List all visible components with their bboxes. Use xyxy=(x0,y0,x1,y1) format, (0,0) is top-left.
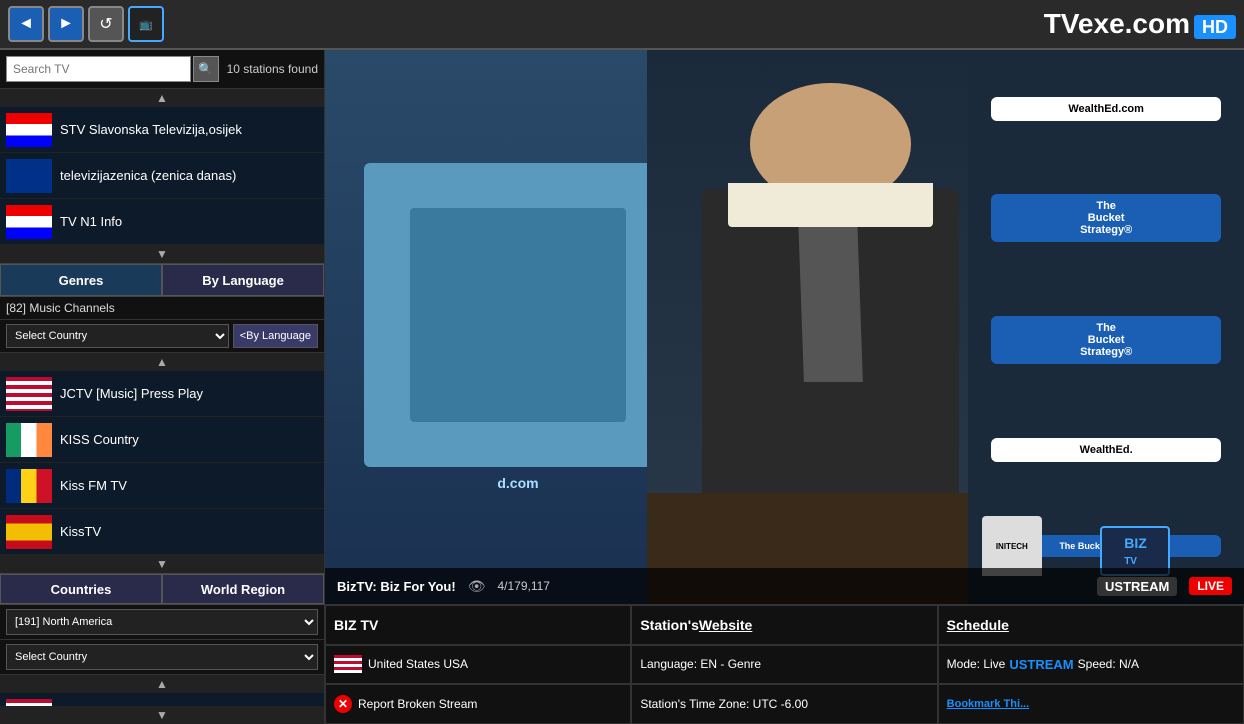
search-input[interactable] xyxy=(6,56,191,82)
genre-label: [82] Music Channels xyxy=(6,301,115,315)
ustream-logo: USTREAM xyxy=(1009,657,1073,672)
error-icon: ✕ xyxy=(334,695,352,713)
station-name: TV N1 Info xyxy=(60,214,122,229)
sidebar: 🔍 10 stations found ▲ STV Slavonska Tele… xyxy=(0,50,325,724)
scroll-down-top[interactable]: ▼ xyxy=(0,245,324,263)
genre-info: [82] Music Channels xyxy=(0,297,324,320)
station-name: Kiss FM TV xyxy=(60,478,127,493)
station-flag xyxy=(6,423,52,457)
countries-tab[interactable]: Countries xyxy=(0,574,162,604)
station-flag xyxy=(6,377,52,411)
scroll-up-bottom[interactable]: ▲ xyxy=(0,675,324,693)
brand-bucket-2: TheBucketStrategy® xyxy=(991,316,1221,364)
website-link[interactable]: Website xyxy=(699,617,752,633)
genres-tab[interactable]: Genres xyxy=(0,264,162,296)
video-bar: BizTV: Biz For You! 👁 4/179,117 USTREAM … xyxy=(325,568,1244,604)
by-language-tab[interactable]: By Language xyxy=(162,264,324,296)
station-name-cell: BIZ TV xyxy=(325,605,631,645)
genre-country-select[interactable]: Select Country xyxy=(6,324,229,348)
station-website-label: Station's xyxy=(640,617,699,633)
report-cell[interactable]: ✕ Report Broken Stream xyxy=(325,684,631,724)
country-cell: United States USA xyxy=(325,645,631,685)
top-station-list: STV Slavonska Televizija,osijek televizi… xyxy=(0,107,324,245)
search-button[interactable]: 🔍 xyxy=(193,56,219,82)
view-count: 4/179,117 xyxy=(497,579,550,593)
live-badge: LIVE xyxy=(1189,577,1232,595)
region-select-row: [191] North America xyxy=(0,605,324,640)
mode-label: Mode: Live xyxy=(947,657,1006,671)
video-title: BizTV: Biz For You! xyxy=(337,579,456,594)
genre-language-tabs: Genres By Language xyxy=(0,263,324,297)
video-scene: d.com WealthEd.com xyxy=(325,50,1244,604)
schedule-label[interactable]: Schedule xyxy=(947,617,1009,633)
station-item[interactable]: KISS Country xyxy=(0,417,324,463)
station-name: KISS Country xyxy=(60,432,139,447)
station-name: KissTV xyxy=(60,524,101,539)
language-label: Language: EN - Genre xyxy=(640,657,761,671)
music-station-list: JCTV [Music] Press Play KISS Country Kis… xyxy=(0,371,324,555)
station-item[interactable]: STV Slavonska Televizija,osijek xyxy=(0,107,324,153)
station-flag xyxy=(6,205,52,239)
tv-button[interactable]: 📺 xyxy=(128,6,164,42)
brand-wealth-ed-1: WealthEd.com xyxy=(991,97,1221,121)
station-name: STV Slavonska Televizija,osijek xyxy=(60,122,242,137)
top-nav: ◄ ► ↺ 📺 TVexe.comHD xyxy=(0,0,1244,50)
brand-text: TVexe.com xyxy=(1044,8,1190,39)
ustream-badge: USTREAM xyxy=(1097,577,1177,596)
forward-button[interactable]: ► xyxy=(48,6,84,42)
timezone-cell: Station's Time Zone: UTC -6.00 xyxy=(631,684,937,724)
bottom-station-list: Betty Boop 24x7 [TubTub.com] BIZ TV Bloo… xyxy=(0,693,324,706)
back-button[interactable]: ◄ xyxy=(8,6,44,42)
by-language-btn[interactable]: <By Language xyxy=(233,324,318,348)
schedule-cell[interactable]: Schedule xyxy=(938,605,1244,645)
brand-hd: HD xyxy=(1194,15,1236,39)
station-name: televizijazenica (zenica danas) xyxy=(60,168,236,183)
station-flag xyxy=(6,113,52,147)
main-layout: 🔍 10 stations found ▲ STV Slavonska Tele… xyxy=(0,50,1244,724)
station-item[interactable]: JCTV [Music] Press Play xyxy=(0,371,324,417)
scroll-down-music[interactable]: ▼ xyxy=(0,555,324,573)
info-panel: BIZ TV Station's Website Schedule United… xyxy=(325,604,1244,724)
country-label: United States USA xyxy=(368,657,468,671)
scroll-down-bottom[interactable]: ▼ xyxy=(0,706,324,724)
station-flag xyxy=(6,469,52,503)
country-select[interactable]: Select Country xyxy=(6,644,318,670)
world-region-tab[interactable]: World Region xyxy=(162,574,324,604)
timezone-label: Station's Time Zone: UTC -6.00 xyxy=(640,697,808,711)
search-bar: 🔍 10 stations found xyxy=(0,50,324,89)
language-cell: Language: EN - Genre xyxy=(631,645,937,685)
station-item[interactable]: TV N1 Info xyxy=(0,199,324,245)
station-item[interactable]: televizijazenica (zenica danas) xyxy=(0,153,324,199)
station-item[interactable]: Betty Boop 24x7 [TubTub.com] xyxy=(0,693,324,706)
ustream-text: USTREAM xyxy=(1105,579,1169,594)
scroll-up-top[interactable]: ▲ xyxy=(0,89,324,107)
countries-worldregion-tabs: Countries World Region xyxy=(0,573,324,605)
scroll-up-music[interactable]: ▲ xyxy=(0,353,324,371)
station-item[interactable]: Kiss FM TV xyxy=(0,463,324,509)
station-flag xyxy=(6,515,52,549)
stations-found: 10 stations found xyxy=(227,62,318,76)
video-center xyxy=(647,50,1015,604)
station-flag xyxy=(6,159,52,193)
report-label[interactable]: Report Broken Stream xyxy=(358,697,477,711)
station-name: JCTV [Music] Press Play xyxy=(60,386,203,401)
brand-logo: TVexe.comHD xyxy=(1044,8,1236,40)
usa-flag-small xyxy=(334,655,362,673)
station-item[interactable]: KissTV xyxy=(0,509,324,555)
bookmark-cell[interactable]: Bookmark Thi... xyxy=(938,684,1244,724)
genre-filter-row: Select Country <By Language xyxy=(0,320,324,353)
station-flag xyxy=(6,699,52,707)
eye-icon: 👁 xyxy=(468,578,486,595)
refresh-button[interactable]: ↺ xyxy=(88,6,124,42)
brand-bucket-1: TheBucketStrategy® xyxy=(991,194,1221,242)
station-name-label: BIZ TV xyxy=(334,617,378,633)
speed-label: Speed: N/A xyxy=(1078,657,1139,671)
region-select[interactable]: [191] North America xyxy=(6,609,318,635)
bookmark-label[interactable]: Bookmark Thi... xyxy=(947,698,1030,710)
station-website-cell[interactable]: Station's Website xyxy=(631,605,937,645)
mode-cell: Mode: Live USTREAM Speed: N/A xyxy=(938,645,1244,685)
brand-wealth-ed-2: WealthEd. xyxy=(991,438,1221,462)
video-player[interactable]: d.com WealthEd.com xyxy=(325,50,1244,604)
content-area: d.com WealthEd.com xyxy=(325,50,1244,724)
